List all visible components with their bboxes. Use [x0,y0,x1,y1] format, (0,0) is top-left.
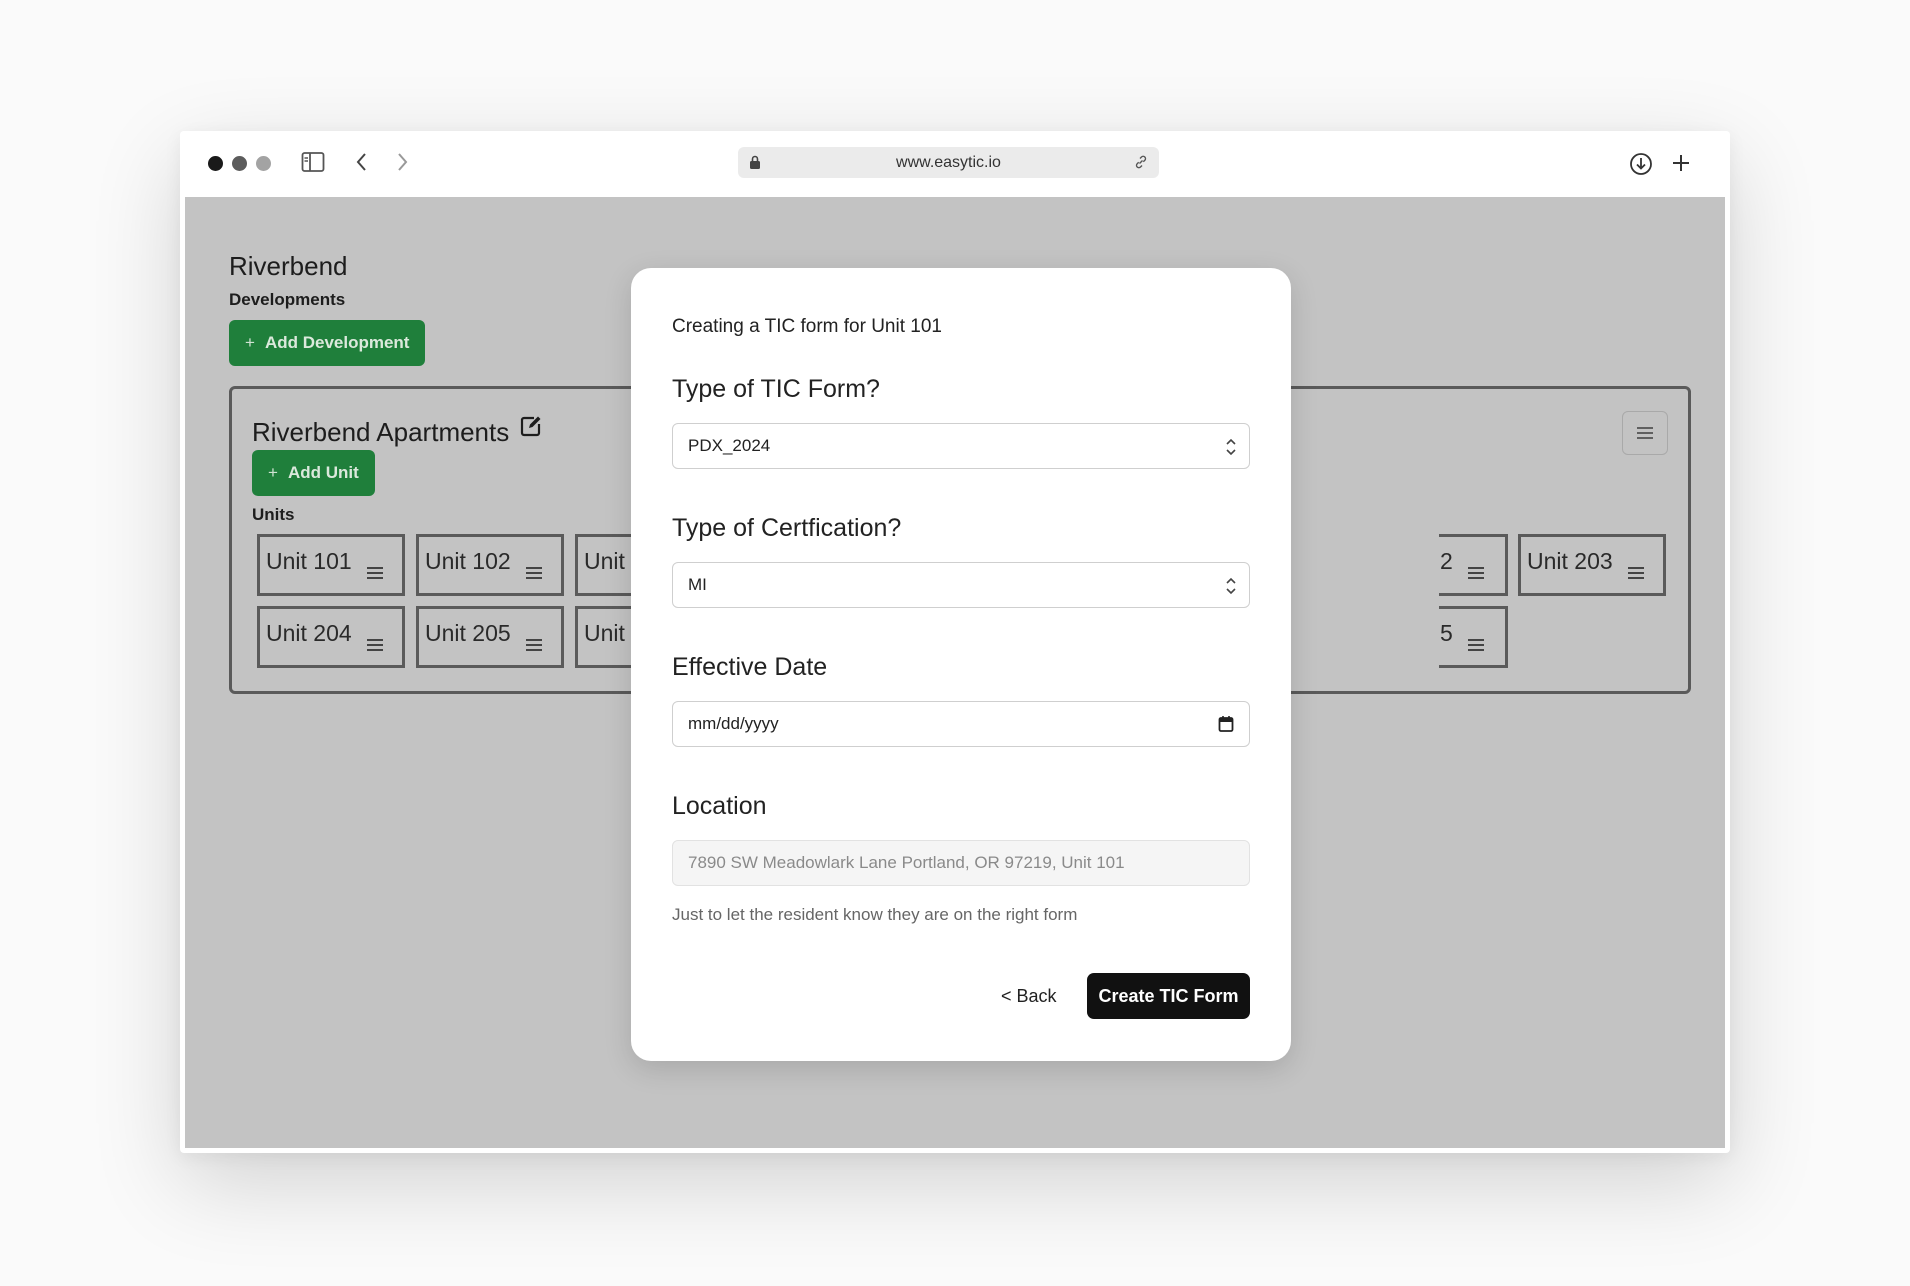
unit-label: Unit 102 [425,548,511,574]
form-type-value: PDX_2024 [688,436,771,455]
page-title: Riverbend [229,251,348,281]
unit-card[interactable]: Unit 204 [257,606,405,668]
form-type-label: Type of TIC Form? [672,375,880,403]
create-tic-form-button[interactable]: Create TIC Form [1087,973,1250,1019]
forward-arrow-icon[interactable] [394,151,410,173]
back-button[interactable]: < Back [1001,986,1057,1007]
development-name: Riverbend Apartments [252,417,510,447]
unit-card[interactable]: Unit 203 [1518,534,1666,596]
location-value: 7890 SW Meadowlark Lane Portland, OR 972… [688,853,1125,872]
calendar-icon[interactable] [1218,715,1234,738]
window-minimize-dot[interactable] [232,156,247,171]
hamburger-icon[interactable] [367,559,383,586]
location-help-text: Just to let the resident know they are o… [672,905,1078,924]
hamburger-icon[interactable] [1628,559,1644,586]
unit-card[interactable]: Unit 205 [416,606,564,668]
plus-icon: + [245,333,255,352]
development-menu-button[interactable] [1622,411,1668,455]
certification-label: Type of Certfication? [672,514,902,542]
units-label: Units [252,505,295,524]
add-unit-label: Add Unit [287,463,359,482]
browser-toolbar: www.easytic.io [180,131,1730,197]
unit-card[interactable]: Unit 102 [416,534,564,596]
unit-label: Unit [584,548,625,574]
hamburger-icon[interactable] [526,631,542,658]
unit-label: Unit 204 [266,620,352,646]
unit-label: Unit [584,620,625,646]
effective-date-input[interactable]: mm/dd/yyyy [672,701,1250,747]
add-unit-button[interactable]: + Add Unit [252,450,375,496]
select-chevron-icon [1225,576,1237,601]
download-icon[interactable] [1629,152,1653,176]
certification-select[interactable]: MI [672,562,1250,608]
unit-card[interactable]: 5 [1439,606,1508,668]
certification-value: MI [688,575,707,594]
developments-label: Developments [229,290,346,309]
unit-label: Unit 101 [266,548,352,574]
location-input: 7890 SW Meadowlark Lane Portland, OR 972… [672,840,1250,886]
hamburger-icon[interactable] [367,631,383,658]
unit-label: 5 [1440,620,1453,646]
hamburger-icon[interactable] [1468,631,1484,658]
sidebar-toggle-icon[interactable] [301,151,325,173]
address-bar[interactable]: www.easytic.io [738,147,1159,178]
hamburger-icon [1637,427,1653,439]
window-close-dot[interactable] [208,156,223,171]
add-development-button[interactable]: + Add Development [229,320,426,366]
select-chevron-icon [1225,437,1237,462]
link-icon[interactable] [1133,154,1149,175]
create-tic-form-modal: Creating a TIC form for Unit 101 Type of… [631,268,1291,1061]
unit-label: 2 [1440,548,1453,574]
url-text: www.easytic.io [896,154,1001,171]
unit-card[interactable]: 2 [1439,534,1508,596]
unit-label: Unit 205 [425,620,511,646]
window-zoom-dot[interactable] [256,156,271,171]
effective-date-label: Effective Date [672,653,828,681]
add-development-label: Add Development [264,333,410,352]
hamburger-icon[interactable] [526,559,542,586]
form-type-select[interactable]: PDX_2024 [672,423,1250,469]
unit-label: Unit 203 [1527,548,1613,574]
hamburger-icon[interactable] [1468,559,1484,586]
modal-heading: Creating a TIC form for Unit 101 [672,316,942,337]
back-arrow-icon[interactable] [354,151,370,173]
location-label: Location [672,792,767,820]
effective-date-placeholder: mm/dd/yyyy [688,714,779,733]
edit-icon[interactable] [520,415,542,442]
unit-card[interactable]: Unit 101 [257,534,405,596]
new-tab-plus-icon[interactable] [1670,152,1692,174]
plus-icon: + [268,463,278,482]
